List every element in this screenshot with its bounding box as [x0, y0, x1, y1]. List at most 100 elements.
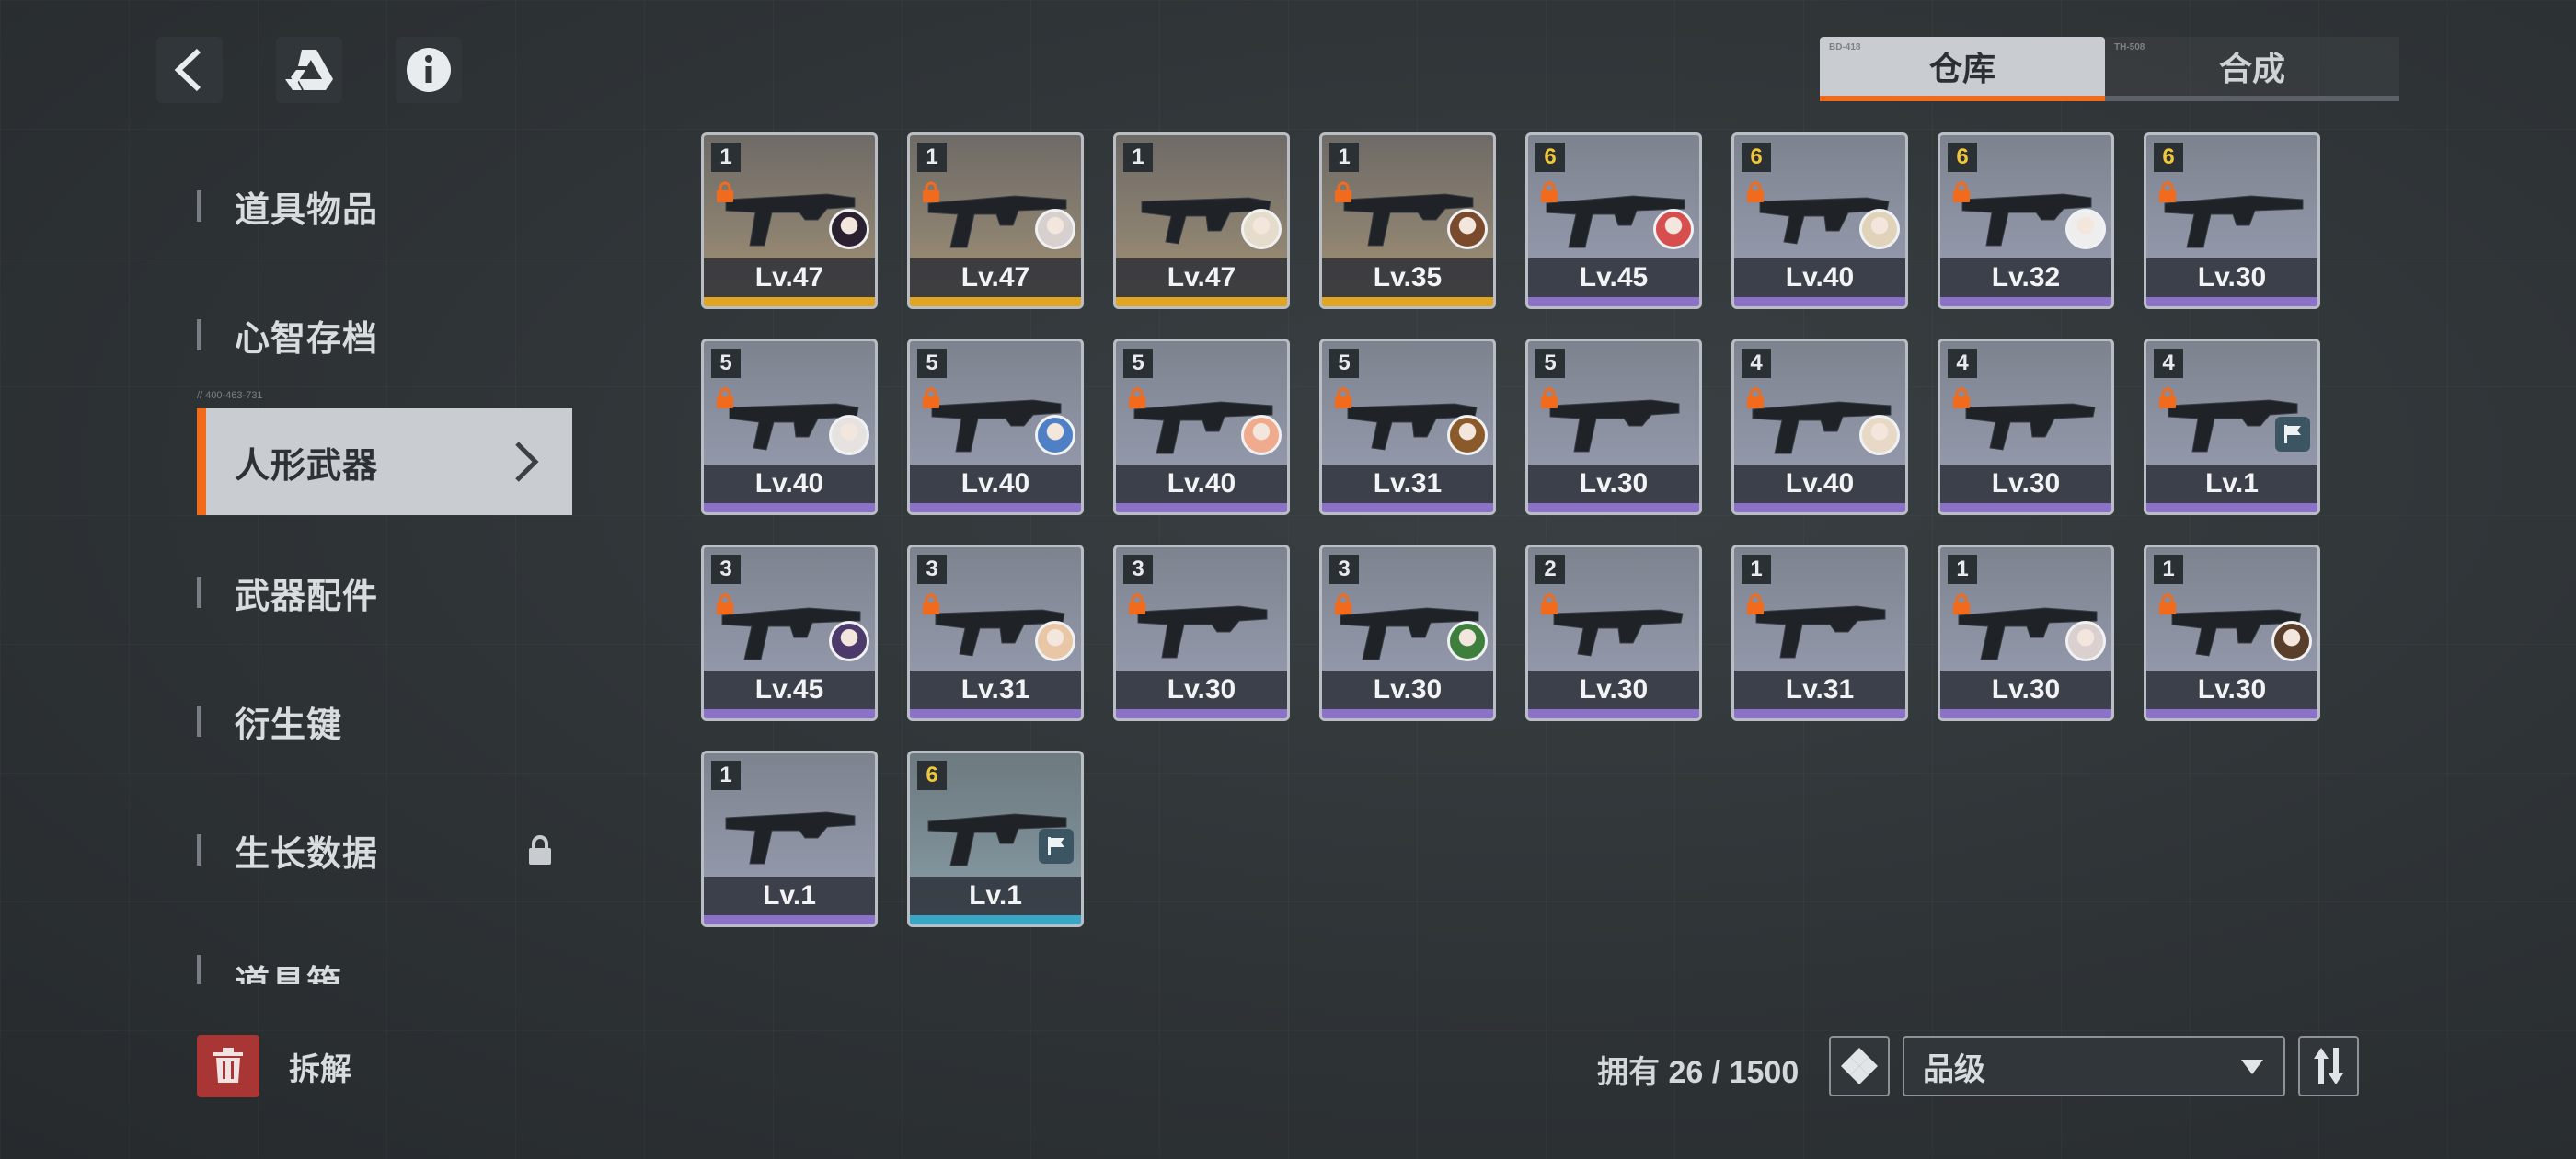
weapon-rank-badge: 1	[711, 143, 741, 172]
rarity-stripe	[910, 709, 1081, 718]
sidebar-item-items[interactable]: 道具物品	[197, 169, 574, 243]
weapon-card[interactable]: 4 Lv.1	[2144, 339, 2320, 515]
weapon-rank-badge: 4	[1948, 349, 1977, 378]
sidebar-bar	[197, 834, 201, 866]
weapon-card[interactable]: 5 Lv.31	[1319, 339, 1496, 515]
weapon-card[interactable]: 1 Lv.47	[701, 132, 878, 309]
sidebar-item-label: 衍生键	[235, 706, 343, 745]
weapon-card[interactable]: 6 Lv.1	[907, 751, 1084, 927]
weapon-card[interactable]: 5 Lv.30	[1525, 339, 1702, 515]
drive-triangle-icon	[285, 50, 333, 90]
weapon-level: Lv.40	[1734, 465, 1905, 503]
sidebar-item-doll-weapons[interactable]: 人形武器	[197, 408, 572, 515]
lock-icon	[717, 387, 733, 408]
weapon-level: Lv.1	[2146, 465, 2317, 503]
weapon-level: Lv.31	[1322, 465, 1493, 503]
doll-portrait-avatar	[1653, 209, 1694, 249]
weapon-rank-badge: 3	[1123, 555, 1153, 584]
weapon-card[interactable]: 5 Lv.40	[907, 339, 1084, 515]
sidebar-item-item-box[interactable]: 道具箱	[197, 942, 574, 984]
weapon-level: Lv.30	[2146, 671, 2317, 709]
rarity-stripe	[1322, 709, 1493, 718]
weapon-card[interactable]: 4 Lv.30	[1938, 339, 2114, 515]
weapon-card[interactable]: 1 Lv.47	[907, 132, 1084, 309]
sidebar-item-mind-archive[interactable]: 心智存档	[197, 298, 574, 372]
doll-portrait-avatar	[2065, 621, 2106, 661]
rarity-stripe	[1940, 503, 2111, 512]
lock-icon	[1129, 387, 1145, 408]
weapon-card[interactable]: 1 Lv.1	[701, 751, 878, 927]
weapon-rank-badge: 6	[1742, 143, 1771, 172]
dismantle-button[interactable]: 拆解	[197, 1035, 351, 1097]
sidebar-item-attachments[interactable]: 武器配件	[197, 556, 574, 629]
tab-warehouse[interactable]: BD-418 仓库	[1820, 37, 2105, 96]
weapon-card[interactable]: 3 Lv.30	[1319, 545, 1496, 721]
weapon-card[interactable]: 5 Lv.40	[701, 339, 878, 515]
sidebar-item-label: 生长数据	[235, 834, 379, 874]
sidebar-item-label: 人形武器	[235, 446, 379, 486]
tab-underline	[2105, 96, 2399, 101]
lock-icon	[923, 181, 939, 202]
sidebar-bar	[197, 190, 201, 222]
weapon-card[interactable]: 5 Lv.40	[1113, 339, 1290, 515]
doll-portrait-avatar	[1859, 415, 1900, 455]
weapon-rank-badge: 6	[1535, 143, 1565, 172]
back-button[interactable]	[156, 37, 223, 103]
weapon-card[interactable]: 6 Lv.40	[1731, 132, 1908, 309]
weapon-card[interactable]: 3 Lv.45	[701, 545, 878, 721]
weapon-level: Lv.40	[1734, 258, 1905, 297]
weapon-level: Lv.45	[1528, 258, 1699, 297]
chevron-right-icon	[515, 442, 539, 482]
weapon-level: Lv.45	[704, 671, 875, 709]
weapon-card[interactable]: 4 Lv.40	[1731, 339, 1908, 515]
weapon-card[interactable]: 1 Lv.30	[2144, 545, 2320, 721]
weapon-card[interactable]: 1 Lv.31	[1731, 545, 1908, 721]
filter-button[interactable]	[1829, 1036, 1890, 1096]
weapon-level: Lv.1	[704, 877, 875, 915]
weapon-card[interactable]: 2 Lv.30	[1525, 545, 1702, 721]
weapon-card[interactable]: 1 Lv.35	[1319, 132, 1496, 309]
doll-portrait-avatar	[1241, 209, 1282, 249]
sort-order-button[interactable]	[2298, 1036, 2359, 1096]
info-button[interactable]	[396, 37, 462, 103]
weapon-card[interactable]: 3 Lv.30	[1113, 545, 1290, 721]
weapon-level: Lv.32	[1940, 258, 2111, 297]
rarity-stripe	[1528, 709, 1699, 718]
doll-portrait-avatar	[2271, 621, 2312, 661]
weapon-level: Lv.30	[1322, 671, 1493, 709]
weapon-rank-badge: 1	[917, 143, 947, 172]
weapon-card[interactable]: 1 Lv.30	[1938, 545, 2114, 721]
filter-diamond-icon	[1841, 1048, 1878, 1084]
weapon-card[interactable]: 1 Lv.47	[1113, 132, 1290, 309]
sidebar-item-label: 道具物品	[235, 190, 379, 230]
tab-synthesis[interactable]: TH-508 合成	[2105, 37, 2399, 96]
sidebar-bar	[197, 408, 206, 515]
doll-portrait-avatar	[1447, 621, 1488, 661]
drive-button[interactable]	[276, 37, 342, 103]
lock-icon	[2159, 181, 2176, 202]
sidebar-item-label: 武器配件	[235, 577, 379, 616]
weapon-rank-badge: 1	[1742, 555, 1771, 584]
weapon-card[interactable]: 6 Lv.32	[1938, 132, 2114, 309]
lock-icon	[1335, 181, 1351, 202]
weapon-level: Lv.35	[1322, 258, 1493, 297]
weapon-level: Lv.1	[910, 877, 1081, 915]
weapon-card[interactable]: 3 Lv.31	[907, 545, 1084, 721]
sidebar-item-derivative-keys[interactable]: 衍生键	[197, 684, 574, 758]
doll-portrait-avatar	[1447, 415, 1488, 455]
sidebar-bar	[197, 319, 201, 350]
dismantle-label: 拆解	[289, 1051, 351, 1087]
lock-icon	[1541, 387, 1558, 408]
weapon-card[interactable]: 6 Lv.45	[1525, 132, 1702, 309]
sidebar-item-growth-data[interactable]: 生长数据	[197, 813, 574, 887]
weapon-rank-badge: 1	[2154, 555, 2183, 584]
weapon-level: Lv.47	[1116, 258, 1287, 297]
doll-portrait-avatar	[1859, 209, 1900, 249]
sidebar-bar	[197, 577, 201, 608]
flag-icon	[2275, 417, 2310, 452]
sort-select[interactable]: 品级	[1903, 1036, 2285, 1096]
tab-active-underline	[1820, 96, 2105, 101]
weapon-card[interactable]: 6 Lv.30	[2144, 132, 2320, 309]
rarity-stripe	[2146, 503, 2317, 512]
sidebar-bar	[197, 706, 201, 737]
